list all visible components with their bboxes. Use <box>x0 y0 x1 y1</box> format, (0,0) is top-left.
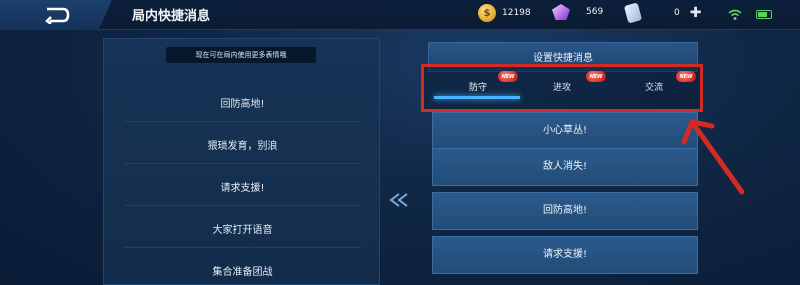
left-message-item[interactable]: 回防高地! <box>104 95 381 110</box>
right-message-item[interactable]: 小心草丛! <box>432 112 698 150</box>
top-bar: 局内快捷消息 $ 12198 569 0 ✚ <box>0 0 800 30</box>
gem-counter[interactable]: 569 <box>552 4 603 20</box>
new-badge: NEW <box>498 71 518 82</box>
gem-icon <box>552 4 570 20</box>
divider <box>124 205 361 206</box>
divider <box>124 163 361 164</box>
new-badge: NEW <box>676 71 696 82</box>
back-arrow-icon <box>45 7 70 24</box>
hint-banner: 现在可在局内使用更多表情哦 <box>166 47 316 63</box>
add-icon[interactable]: ✚ <box>690 5 702 21</box>
divider <box>124 247 361 248</box>
ticket-counter[interactable]: 0 ✚ <box>623 2 702 24</box>
double-chevron-left-icon[interactable] <box>387 192 411 208</box>
left-message-item[interactable]: 请求支援! <box>104 179 381 194</box>
battery-icon <box>756 10 772 19</box>
annotation-arrow-icon <box>681 119 745 195</box>
category-tabs: 防守 NEW 进攻 NEW 交流 NEW <box>421 64 703 112</box>
left-message-list: 现在可在局内使用更多表情哦 回防高地! 猥琐发育，别浪 请求支援! 大家打开语音… <box>103 38 380 285</box>
gem-amount: 569 <box>586 7 604 17</box>
left-message-item[interactable]: 集合准备团战 <box>104 263 381 278</box>
ticket-icon <box>623 2 643 24</box>
left-message-item[interactable]: 大家打开语音 <box>104 221 381 236</box>
divider <box>124 121 361 122</box>
right-message-item[interactable]: 敌人消失! <box>432 148 698 186</box>
left-message-item[interactable]: 猥琐发育，别浪 <box>104 137 381 152</box>
ticket-amount: 0 <box>674 8 680 18</box>
gold-coin-icon: $ <box>478 4 496 22</box>
gold-amount: 12198 <box>502 8 531 18</box>
back-button[interactable] <box>0 0 112 30</box>
gold-counter[interactable]: $ 12198 <box>478 4 531 22</box>
active-tab-indicator <box>434 96 520 99</box>
page-title: 局内快捷消息 <box>132 9 211 24</box>
right-message-item[interactable]: 回防高地! <box>432 192 698 230</box>
right-message-item[interactable]: 请求支援! <box>432 236 698 274</box>
wifi-icon <box>728 9 742 20</box>
new-badge: NEW <box>586 71 606 82</box>
